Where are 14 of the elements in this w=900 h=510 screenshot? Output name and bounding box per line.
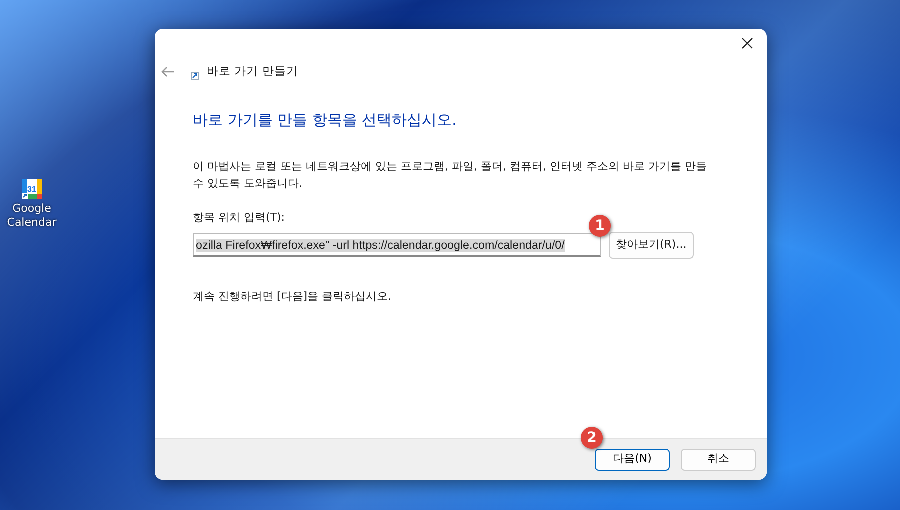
window-title: 바로 가기 만들기 [207,63,298,80]
close-icon[interactable] [742,38,752,48]
calendar-app-icon[interactable]: 31 [21,178,43,200]
wizard-heading: 바로 가기를 만들 항목을 선택하십시오. [193,110,458,131]
cancel-button[interactable]: 취소 [681,448,756,470]
back-arrow-icon[interactable] [161,66,175,78]
wizard-description: 이 마법사는 로컬 또는 네트워크상에 있는 프로그램, 파일, 폴더, 컴퓨터, 인터넷 주소의 바로 가기를 만들 수 있도록 도와줍니다. [193,158,708,192]
next-button[interactable]: 다음(N) [595,448,670,470]
desktop-icon-label[interactable]: Google Calendar [6,202,58,230]
location-input-field[interactable]: ozilla Firefox₩firefox.exe" -url https://calendar.google.com/calendar/u/0/ [193,233,601,258]
instruction-text: 계속 진행하려면 [다음]을 클릭하십시오. [193,288,393,304]
shortcut-icon [191,72,199,80]
field-label: 항목 위치 입력(T): [193,210,286,224]
browse-button[interactable]: 찾아보기(R)... [609,232,694,258]
